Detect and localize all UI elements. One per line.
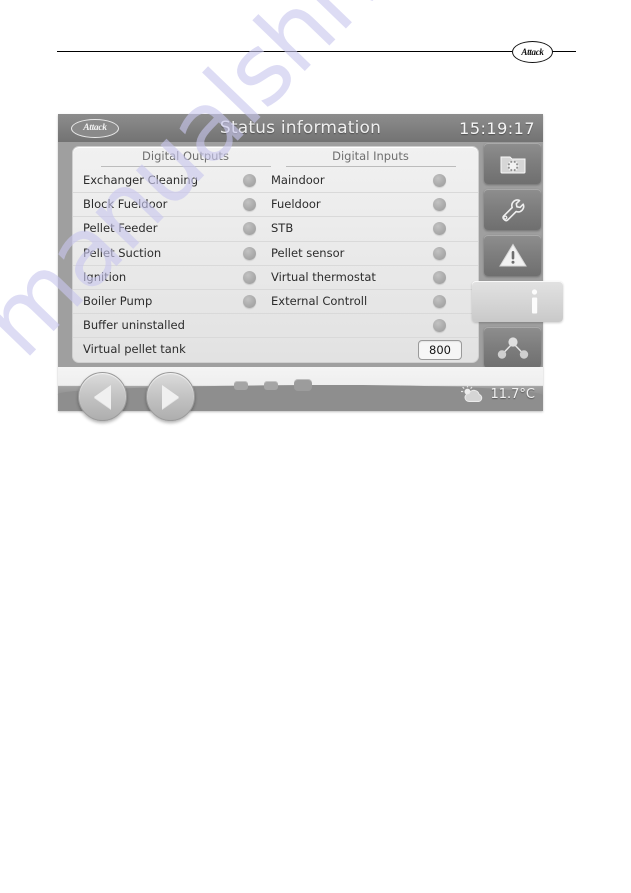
- output-status-indicator: [243, 198, 256, 212]
- bottom-navbar: 11.7°C: [58, 367, 543, 421]
- sidebar-item-info[interactable]: [472, 281, 563, 322]
- output-label: Virtual pellet tank: [83, 342, 186, 357]
- table-row: Virtual pellet tank 800: [73, 338, 478, 361]
- table-row: Pellet Suction Pellet sensor: [73, 242, 478, 266]
- column-headers: Digital Outputs Digital Inputs: [73, 149, 478, 169]
- virtual-pellet-tank-value[interactable]: 800: [418, 339, 462, 360]
- input-status-indicator: [433, 294, 446, 308]
- temperature-value: 11.7°C: [490, 386, 535, 402]
- header-rule: [57, 51, 512, 52]
- brand-logo: Attack: [512, 41, 553, 63]
- input-label: Maindoor: [271, 173, 325, 187]
- input-status-indicator: [433, 246, 446, 260]
- warning-triangle-icon: [498, 243, 527, 267]
- weather-status: 11.7°C: [460, 381, 535, 407]
- sidebar-item-service[interactable]: [484, 189, 541, 230]
- output-label: Pellet Feeder: [83, 221, 158, 236]
- sidebar-item-network[interactable]: [484, 327, 541, 368]
- clock: 15:19:17: [459, 118, 535, 138]
- output-status-indicator: [243, 270, 256, 284]
- table-row: Pellet Feeder STB: [73, 217, 478, 242]
- wrench-icon: [501, 198, 524, 221]
- column-header-underline-right: [286, 166, 456, 167]
- output-status-indicator: [243, 246, 256, 260]
- input-status-indicator: [433, 198, 446, 212]
- column-header-digital-inputs: Digital Inputs: [332, 149, 409, 163]
- input-label: External Controll: [271, 293, 368, 308]
- output-status-indicator: [243, 174, 256, 187]
- page-indicator-3-active[interactable]: [294, 379, 312, 391]
- input-label: STB: [271, 221, 294, 236]
- table-row: Boiler Pump External Controll: [73, 290, 478, 315]
- titlebar: Attack Status information 15:19:17: [58, 114, 543, 142]
- column-header-digital-outputs: Digital Outputs: [142, 149, 229, 163]
- table-row: Buffer uninstalled: [73, 314, 478, 339]
- sidebar: [472, 143, 563, 373]
- output-label: Pellet Suction: [83, 245, 162, 260]
- input-status-indicator: [433, 222, 446, 236]
- settings-folder-gear-icon: [500, 156, 525, 173]
- output-status-indicator: [243, 222, 256, 236]
- input-status-indicator: [433, 270, 446, 284]
- table-row: Exchanger Cleaning Maindoor: [73, 169, 478, 194]
- page-indicators: [234, 378, 354, 394]
- input-status-indicator: [433, 174, 446, 187]
- page-indicator-1[interactable]: [234, 381, 248, 390]
- arrow-left-icon: [94, 384, 111, 409]
- back-button[interactable]: [78, 372, 127, 421]
- sun-behind-cloud-icon: [461, 385, 483, 402]
- output-label: Boiler Pump: [83, 293, 153, 308]
- arrow-right-icon: [162, 384, 179, 409]
- input-label: Virtual thermostat: [271, 269, 376, 284]
- brand-logo-text: Attack: [521, 46, 544, 57]
- status-panel: Digital Outputs Digital Inputs Exchanger…: [72, 146, 479, 363]
- output-label: Block Fueldoor: [83, 197, 168, 212]
- sidebar-item-settings[interactable]: [484, 143, 541, 184]
- sidebar-item-alarms[interactable]: [484, 235, 541, 276]
- input-label: Pellet sensor: [271, 245, 345, 260]
- page-header: Attack: [0, 0, 631, 95]
- info-icon: [531, 288, 538, 313]
- input-label: Fueldoor: [271, 197, 321, 212]
- control-panel-device: Attack Status information 15:19:17 Digit…: [58, 114, 563, 421]
- input-status-indicator: [433, 319, 446, 333]
- output-label: Exchanger Cleaning: [83, 173, 198, 187]
- network-nodes-icon: [497, 336, 528, 359]
- header-rule-tail: [551, 51, 576, 52]
- table-row: Block Fueldoor Fueldoor: [73, 193, 478, 218]
- output-label: Ignition: [83, 269, 127, 284]
- column-header-underline-left: [101, 166, 271, 167]
- page-indicator-2[interactable]: [264, 381, 278, 390]
- forward-button[interactable]: [146, 372, 195, 421]
- table-row: Ignition Virtual thermostat: [73, 266, 478, 290]
- output-label: Buffer uninstalled: [83, 318, 185, 333]
- output-status-indicator: [243, 294, 256, 308]
- status-rows: Exchanger Cleaning Maindoor Block Fueldo…: [73, 169, 478, 362]
